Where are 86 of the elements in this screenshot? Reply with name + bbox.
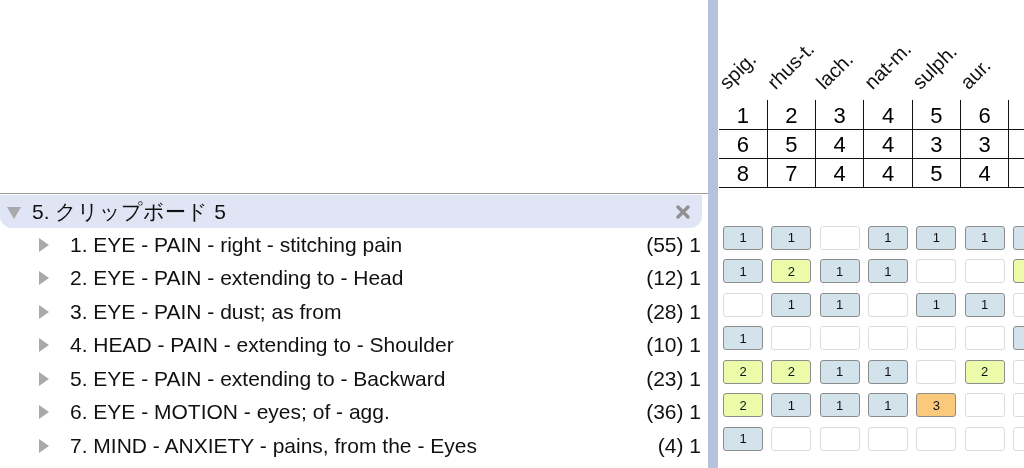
remedy-score: 4	[881, 160, 895, 186]
empty-cell[interactable]	[916, 359, 957, 384]
remedy-score: 8	[736, 160, 749, 186]
rubric-label[interactable]: 3. EYE - PAIN - dust; as from	[70, 299, 647, 324]
remedy-name: aur.	[956, 54, 997, 94]
grade-cell[interactable]: 1	[868, 359, 908, 384]
remedy-score: 5	[930, 160, 943, 186]
rubric-label[interactable]: 6. EYE - MOTION - eyes; of - agg.	[70, 400, 647, 425]
grade-cell[interactable]: 2	[771, 259, 812, 283]
grade-cell[interactable]: 1	[868, 225, 908, 250]
empty-cell[interactable]	[964, 426, 1005, 451]
grade-cell[interactable]: 1	[819, 393, 860, 417]
empty-cell[interactable]	[819, 326, 860, 350]
remedy-rank: 2	[785, 102, 798, 128]
empty-cell[interactable]	[819, 225, 860, 250]
remedy-hits: 4	[881, 131, 895, 157]
remedy-hits: 3	[978, 131, 991, 157]
grade-cell[interactable]: 1	[819, 259, 860, 283]
remedy-rank: 1	[736, 102, 749, 128]
rubric-label[interactable]: 5. EYE - PAIN - extending to - Backward	[70, 366, 647, 391]
empty-cell[interactable]	[819, 426, 860, 451]
remedy-hits: 5	[785, 131, 798, 157]
grade-cell[interactable]: 1	[723, 259, 764, 283]
rubric-count: (12) 1	[646, 266, 701, 291]
rubric-label[interactable]: 7. MIND - ANXIETY - pains, from the - Eyes	[70, 433, 658, 458]
remedy-hits: 4	[833, 131, 846, 157]
grade-cell[interactable]: 1	[819, 359, 860, 384]
remedy-rank: 5	[930, 102, 943, 128]
expand-arrow-icon[interactable]	[38, 337, 50, 354]
remedy-score: 4	[978, 160, 991, 186]
empty-cell[interactable]	[868, 326, 908, 350]
grade-cell[interactable]: 2	[723, 359, 764, 384]
empty-cell[interactable]	[868, 292, 908, 317]
expand-arrow-icon[interactable]	[38, 437, 50, 454]
empty-cell[interactable]	[723, 292, 764, 317]
remedy-hits: 3	[930, 131, 943, 157]
grade-cell[interactable]: 2	[723, 393, 764, 417]
expand-arrow-icon[interactable]	[38, 270, 50, 287]
grade-cell[interactable]: 2	[964, 359, 1005, 384]
empty-cell[interactable]	[964, 393, 1005, 417]
empty-cell[interactable]	[916, 426, 957, 451]
remedy-score: 4	[833, 160, 846, 186]
expand-arrow-icon[interactable]	[38, 404, 50, 421]
empty-cell[interactable]	[964, 259, 1005, 283]
close-icon[interactable]	[676, 204, 690, 219]
rubric-count: (10) 1	[646, 333, 701, 358]
empty-cell[interactable]	[916, 326, 957, 350]
remedy-name: spig.	[718, 47, 761, 94]
rubric-count: (55) 1	[646, 232, 701, 257]
grade-cell[interactable]: 1	[771, 393, 812, 417]
empty-cell[interactable]	[964, 326, 1005, 350]
grade-cell[interactable]: 1	[771, 292, 812, 317]
grade-cell[interactable]: 1	[771, 225, 812, 250]
rubric-count: (23) 1	[646, 366, 701, 391]
empty-cell[interactable]	[771, 326, 812, 350]
remedy-hits: 6	[736, 131, 749, 157]
remedy-rank: 3	[833, 102, 846, 128]
expand-arrow-icon[interactable]	[38, 236, 50, 253]
clipboard-title: 5. クリップボード 5	[32, 198, 227, 225]
grade-cell[interactable]: 1	[723, 426, 764, 451]
rubric-count: (36) 1	[646, 400, 701, 425]
remedy-rank: 6	[978, 102, 991, 128]
remedy-rank: 4	[881, 102, 895, 128]
expand-arrow-icon[interactable]	[38, 370, 50, 387]
grade-cell[interactable]: 1	[964, 292, 1005, 317]
grade-cell[interactable]: 2	[771, 359, 812, 384]
empty-cell[interactable]	[771, 426, 812, 451]
grade-cell[interactable]: 1	[819, 292, 860, 317]
grade-cell[interactable]: 1	[964, 225, 1005, 250]
rubric-label[interactable]: 2. EYE - PAIN - extending to - Head	[70, 266, 647, 291]
rubric-label[interactable]: 4. HEAD - PAIN - extending to - Shoulder	[70, 333, 647, 358]
splitter-handle[interactable]	[708, 0, 718, 468]
empty-cell[interactable]	[916, 259, 957, 283]
grade-cell[interactable]: 1	[868, 259, 908, 283]
grade-cell[interactable]: 1	[868, 393, 908, 417]
expand-arrow-icon[interactable]	[38, 303, 50, 320]
rubric-count: (4) 1	[657, 433, 701, 458]
rubric-label[interactable]: 1. EYE - PAIN - right - stitching pain	[70, 232, 647, 257]
remedy-score: 7	[785, 160, 798, 186]
grade-cell[interactable]: 1	[916, 292, 957, 317]
grade-cell[interactable]: 1	[723, 225, 764, 250]
grade-cell[interactable]: 1	[723, 326, 764, 350]
grade-cell[interactable]: 3	[916, 393, 957, 417]
grade-cell[interactable]: 1	[916, 225, 957, 250]
empty-cell[interactable]	[868, 426, 908, 451]
rubric-count: (28) 1	[646, 299, 701, 324]
